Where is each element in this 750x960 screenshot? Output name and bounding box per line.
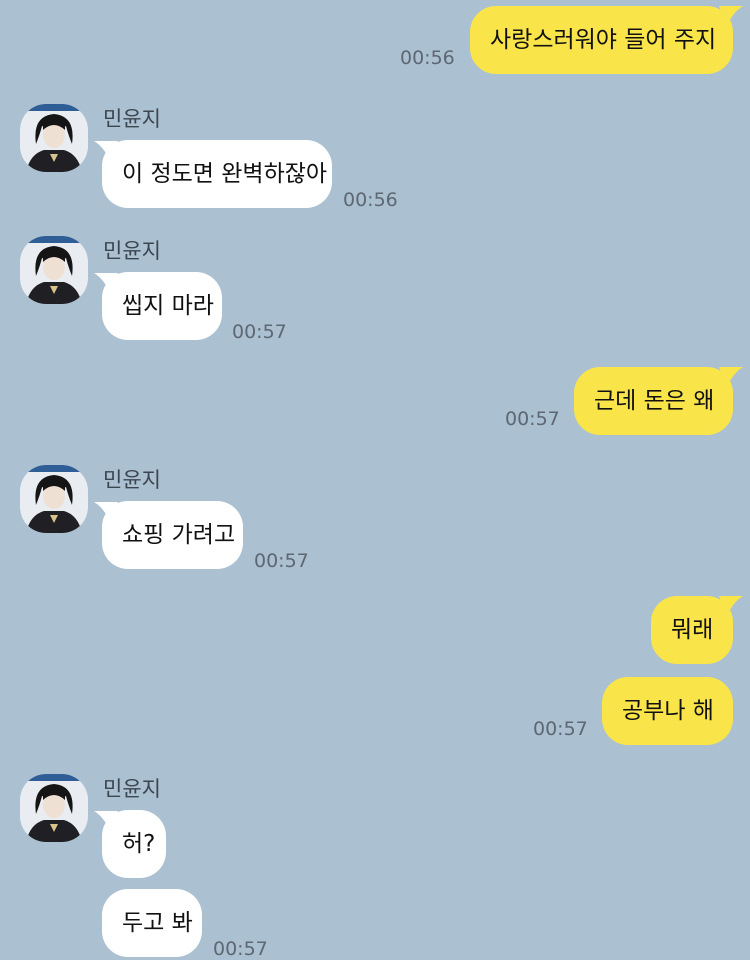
my-message-bubble[interactable]: 사랑스러워야 들어 주지 [470,6,733,74]
message-time: 00:57 [254,550,309,572]
my-bubble-tail [719,596,743,616]
avatar-image-icon [20,465,88,533]
their-message-bubble[interactable]: 씹지 마라 [102,272,222,340]
message-time: 00:57 [505,408,560,430]
message-text: 허? [122,831,156,857]
message-text: 공부나 해 [622,698,714,724]
their-message-bubble[interactable]: 이 정도면 완벽하잖아 [102,140,332,208]
message-text: 쇼핑 가려고 [122,522,236,548]
message-text: 씹지 마라 [122,293,214,319]
message-text: 두고 봐 [122,910,193,936]
their-message-bubble[interactable]: 두고 봐 [102,889,202,957]
message-time: 00:56 [343,189,398,211]
message-time: 00:57 [213,938,268,960]
sender-avatar[interactable] [20,236,88,304]
their-message-bubble[interactable]: 허? [102,810,166,878]
sender-name: 민윤지 [103,468,161,492]
message-time: 00:57 [232,321,287,343]
sender-avatar[interactable] [20,104,88,172]
sender-avatar[interactable] [20,774,88,842]
avatar-image-icon [20,774,88,842]
avatar-image-icon [20,104,88,172]
sender-avatar[interactable] [20,465,88,533]
their-message-bubble[interactable]: 쇼핑 가려고 [102,501,243,569]
message-text: 사랑스러워야 들어 주지 [490,27,717,53]
message-text: 이 정도면 완벽하잖아 [122,161,328,187]
sender-name: 민윤지 [103,239,161,263]
message-text: 근데 돈은 왜 [594,388,715,414]
my-bubble-tail [719,6,743,26]
my-message-bubble[interactable]: 근데 돈은 왜 [574,367,733,435]
message-time: 00:56 [400,47,455,69]
my-bubble-tail [719,367,743,387]
chat-room: 사랑스러워야 들어 주지 00:56 민윤지 이 정도면 완벽하잖아 00:56 [0,0,750,960]
my-message-bubble[interactable]: 공부나 해 [602,677,733,745]
sender-name: 민윤지 [103,107,161,131]
avatar-image-icon [20,236,88,304]
message-time: 00:57 [533,718,588,740]
message-text: 뭐래 [671,617,714,643]
sender-name: 민윤지 [103,777,161,801]
